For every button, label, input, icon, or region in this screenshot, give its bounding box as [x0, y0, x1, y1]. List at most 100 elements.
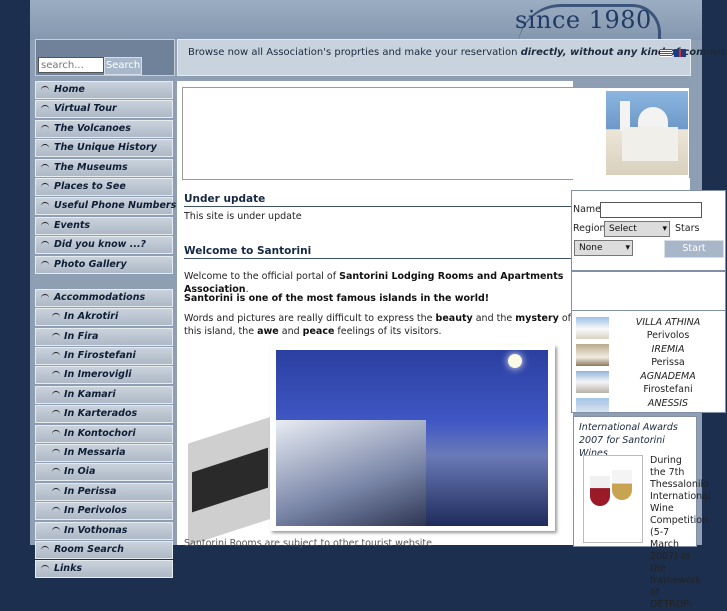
hotel-item[interactable]: IREMIA Perissa — [572, 341, 722, 368]
caption: Santorini Rooms are subject to other tou… — [184, 538, 432, 549]
hotel-item[interactable]: AGNADEMA Firostefani — [572, 368, 722, 395]
arc-bullet-icon — [41, 545, 49, 553]
arc-bullet-icon — [52, 429, 60, 437]
sidebar-item-did-you-know[interactable]: Did you know ...? — [35, 236, 173, 255]
awards-text: During the 7th Thessaloniki Internationa… — [650, 455, 711, 610]
arc-bullet-icon — [41, 202, 49, 209]
empty-panel — [571, 271, 726, 311]
sidebar-item-home[interactable]: Home — [35, 81, 173, 99]
sidebar-item-label: Accommodations — [54, 291, 146, 303]
sidebar-item-label: Useful Phone Numbers — [54, 200, 177, 212]
hotel-name[interactable]: ANESSIS — [616, 398, 720, 409]
menu-spacer — [35, 275, 173, 289]
sidebar-item-photo-gallery[interactable]: Photo Gallery — [35, 255, 173, 274]
sidebar-item-label: In Kamari — [64, 388, 116, 400]
sidebar-item-in-akrotiri[interactable]: In Akrotiri — [35, 308, 173, 327]
hotel-name[interactable]: IREMIA — [616, 344, 720, 355]
uk-flag-icon[interactable] — [674, 49, 686, 57]
hotel-item[interactable]: VILLA ATHINA Perivolos — [572, 314, 722, 341]
sidebar-item-in-oia[interactable]: In Oia — [35, 463, 173, 482]
church-photo — [606, 91, 688, 175]
sidebar-item-the-museums[interactable]: The Museums — [35, 158, 173, 177]
arc-bullet-icon — [41, 565, 49, 572]
site-logo[interactable]: since 1980 — [515, 6, 652, 34]
region-label: Region — [573, 223, 606, 234]
announcement-bar: Browse now all Association's proprties a… — [177, 39, 727, 76]
sidebar-item-places-to-see[interactable]: Places to See — [35, 177, 173, 196]
sidebar-item-events[interactable]: Events — [35, 216, 173, 235]
announcement-text: Browse now all Association's proprties a… — [188, 47, 727, 58]
sidebar-item-in-imerovigli[interactable]: In Imerovigli — [35, 366, 173, 385]
sidebar-item-the-volcanoes[interactable]: The Volcanoes — [35, 119, 173, 138]
sidebar-item-in-firostefani[interactable]: In Firostefani — [35, 347, 173, 366]
sidebar-item-virtual-tour[interactable]: Virtual Tour — [35, 100, 173, 119]
church-dome — [638, 107, 668, 127]
search-input[interactable] — [38, 57, 104, 73]
sidebar-item-in-perissa[interactable]: In Perissa — [35, 482, 173, 501]
sidebar-item-label: Home — [54, 84, 85, 95]
sidebar-item-label: The Museums — [54, 161, 128, 173]
sidebar-item-in-fira[interactable]: In Fira — [35, 327, 173, 346]
content-extension — [573, 178, 690, 190]
update-heading: Under update — [184, 193, 266, 205]
name-label: Name — [573, 204, 602, 215]
hotel-thumbnail[interactable] — [576, 317, 609, 339]
arc-bullet-icon — [52, 526, 60, 534]
sidebar-item-in-messaria[interactable]: In Messaria — [35, 444, 173, 463]
sidebar-item-label: Photo Gallery — [54, 258, 127, 270]
sidebar-item-label: In Messaria — [64, 447, 126, 459]
awards-box: International Awards 2007 for Santorini … — [573, 416, 711, 610]
hotel-location: Perissa — [651, 357, 685, 368]
hotel-thumbnail[interactable] — [576, 371, 609, 393]
region-select[interactable]: Select — [604, 221, 670, 237]
sidebar-menu: Home Virtual Tour The Volcanoes The Unique … — [35, 81, 177, 580]
church-body — [622, 127, 678, 161]
hotel-item[interactable]: ANESSIS — [572, 395, 722, 412]
sidebar-item-label: In Fira — [64, 330, 99, 342]
sidebar-item-in-kontochori[interactable]: In Kontochori — [35, 424, 173, 443]
name-field[interactable] — [600, 202, 702, 218]
town-lights — [276, 420, 426, 526]
white-wine-glass — [612, 470, 632, 500]
arc-bullet-icon — [52, 332, 60, 340]
update-text: This site is under update — [184, 211, 302, 222]
sidebar-item-in-vothonas[interactable]: In Vothonas — [35, 521, 173, 540]
arc-bullet-icon — [52, 410, 60, 417]
header-banner — [182, 87, 690, 180]
arc-bullet-icon — [52, 449, 60, 456]
arc-bullet-icon — [52, 313, 60, 320]
arc-bullet-icon — [41, 144, 49, 151]
sidebar-item-in-kamari[interactable]: In Kamari — [35, 385, 173, 404]
greek-flag-icon[interactable] — [660, 49, 672, 57]
arc-bullet-icon — [41, 163, 49, 171]
sidebar-item-accommodations[interactable]: Accommodations — [35, 288, 173, 307]
sidebar-item-in-perivolos[interactable]: In Perivolos — [35, 502, 173, 521]
search-button[interactable]: Search — [104, 57, 142, 75]
sidebar-item-useful-phone-numbers[interactable]: Useful Phone Numbers — [35, 197, 177, 216]
room-search-panel: Name Region Select Stars None Start Sear… — [571, 190, 726, 271]
famous-paragraph: Santorini is one of the most famous isla… — [184, 293, 490, 304]
wine-glasses-photo — [583, 455, 643, 543]
sidebar-item-label: Did you know ...? — [54, 239, 147, 251]
red-wine-glass — [590, 476, 610, 506]
start-search-button[interactable]: Start Search — [664, 240, 724, 270]
hotel-name[interactable]: AGNADEMA — [616, 371, 720, 382]
sidebar-item-the-unique-history[interactable]: The Unique History — [35, 139, 173, 158]
arc-bullet-icon — [41, 182, 49, 190]
sidebar-item-links[interactable]: Links — [35, 560, 173, 579]
sidebar-item-in-karterados[interactable]: In Karterados — [35, 405, 173, 424]
sidebar-item-label: The Volcanoes — [54, 122, 131, 134]
arc-bullet-icon — [41, 105, 49, 112]
hotel-thumbnail[interactable] — [576, 344, 609, 366]
sidebar-item-room-search[interactable]: Room Search — [35, 540, 173, 559]
arc-bullet-icon — [41, 293, 49, 301]
sidebar-item-label: In Akrotiri — [64, 311, 119, 323]
stars-select[interactable]: None — [574, 240, 633, 256]
hotel-name[interactable]: VILLA ATHINA — [616, 317, 720, 328]
hotel-thumbnail[interactable] — [576, 398, 609, 412]
sidebar-item-label: In Kontochori — [64, 427, 136, 439]
arc-bullet-icon — [41, 260, 49, 268]
sidebar-item-label: In Perivolos — [64, 505, 127, 517]
sidebar-item-label: Room Search — [54, 543, 124, 555]
sidebar-item-label: Links — [54, 563, 83, 575]
